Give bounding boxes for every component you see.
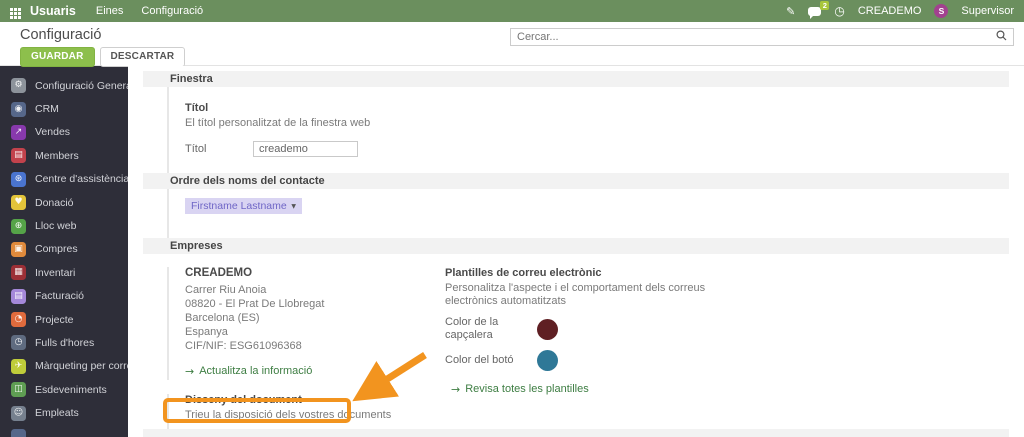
link-arrow-icon: → bbox=[451, 383, 461, 396]
sidebar-item-esdeveniments[interactable]: ◫ Esdeveniments bbox=[0, 378, 128, 401]
sidebar-item-facturacio[interactable]: ▤ Facturació bbox=[0, 285, 128, 308]
sidebar-item-projecte[interactable]: ◔ Projecte bbox=[0, 308, 128, 331]
messages-icon[interactable]: 2 bbox=[808, 0, 830, 19]
sidebar-item-centre-assistencia[interactable]: ⊛ Centre d'assistència bbox=[0, 168, 128, 191]
sidebar-item-marqueting-per-correu[interactable]: ✈ Màrqueting per correu bbox=[0, 355, 128, 378]
sidebar-item-vendes[interactable]: ↗ Vendes bbox=[0, 121, 128, 144]
donation-icon: ♥ bbox=[11, 195, 26, 211]
company-address-line: Barcelona (ES) bbox=[185, 312, 260, 324]
titol-input[interactable] bbox=[253, 141, 358, 157]
setting-block-window-title: Títol El títol personalitzat de la fines… bbox=[167, 87, 1009, 173]
members-card-icon: ▤ bbox=[11, 148, 26, 164]
mail-templates-description: Personalitza l'aspecte i el comportament… bbox=[445, 282, 706, 307]
project-icon: ◔ bbox=[11, 312, 26, 328]
apps-grid-icon[interactable] bbox=[10, 6, 21, 19]
top-navbar: Usuaris Eines Configuració ✎ 2 ◷ CREADEM… bbox=[0, 0, 1024, 22]
update-info-link[interactable]: → Actualitza la informació bbox=[185, 365, 312, 378]
timesheet-clock-icon: ◷ bbox=[11, 335, 26, 351]
company-card: CREADEMO Carrer Riu Anoia 08820 - El Prat… bbox=[167, 267, 431, 380]
name-order-selected-value: Firstname Lastname bbox=[191, 200, 287, 212]
document-layout-description: Trieu la disposició dels vostres documen… bbox=[185, 409, 392, 421]
section-header-contact-order: Ordre dels noms del contacte bbox=[143, 173, 1009, 189]
next-section-header-partial bbox=[143, 429, 1009, 437]
sidebar-item-configuracio-general[interactable]: ⚙ Configuració General bbox=[0, 74, 128, 97]
app-icon bbox=[11, 429, 26, 437]
search-icon[interactable] bbox=[996, 28, 1007, 46]
company-name: CREADEMO bbox=[185, 267, 253, 279]
titol-field-label: Títol bbox=[185, 143, 207, 155]
chevron-down-icon: ▼ bbox=[291, 202, 296, 210]
sidebar-item-members[interactable]: ▤ Members bbox=[0, 144, 128, 167]
company-address-line: 08820 - El Prat De Llobregat bbox=[185, 298, 325, 310]
sidebar-item-empleats[interactable]: ☺ Empleats bbox=[0, 401, 128, 424]
setting-block-contact-order: Firstname Lastname ▼ bbox=[167, 189, 1009, 238]
website-globe-icon: ⊕ bbox=[11, 218, 26, 234]
mail-templates-title: Plantilles de correu electrònic bbox=[445, 267, 602, 279]
sales-chart-icon: ↗ bbox=[11, 124, 26, 140]
edit-pencil-icon[interactable]: ✎ bbox=[786, 5, 795, 18]
menu-configuracio[interactable]: Configuració bbox=[141, 5, 203, 17]
control-panel: Configuració GUARDAR DESCARTAR bbox=[0, 22, 1024, 67]
breadcrumb: Configuració bbox=[20, 27, 102, 43]
header-color-swatch[interactable] bbox=[537, 318, 558, 340]
sidebar-item-compres[interactable]: ▣ Compres bbox=[0, 238, 128, 261]
activity-clock-icon[interactable]: ◷ bbox=[834, 5, 844, 17]
button-color-label: Color del botó bbox=[445, 354, 514, 366]
settings-content: Finestra Títol El títol personalitzat de… bbox=[128, 66, 1024, 437]
save-button[interactable]: GUARDAR bbox=[20, 47, 95, 67]
helpdesk-lifebuoy-icon: ⊛ bbox=[11, 171, 26, 187]
sidebar-item-lloc-web[interactable]: ⊕ Lloc web bbox=[0, 214, 128, 237]
company-address-line: Espanya bbox=[185, 326, 228, 338]
search-input[interactable] bbox=[517, 31, 996, 43]
link-arrow-icon: → bbox=[185, 365, 195, 378]
company-address: Carrer Riu Anoia 08820 - El Prat De Llobr… bbox=[185, 283, 431, 353]
search-bar bbox=[510, 28, 1014, 46]
name-order-select[interactable]: Firstname Lastname ▼ bbox=[185, 198, 302, 214]
user-menu[interactable]: Supervisor bbox=[961, 5, 1014, 17]
inventory-icon: ▦ bbox=[11, 265, 26, 281]
events-calendar-icon: ◫ bbox=[11, 382, 26, 398]
avatar[interactable]: S bbox=[934, 4, 949, 18]
company-switcher[interactable]: CREADEMO bbox=[858, 5, 922, 17]
section-header-empreses: Empreses bbox=[143, 238, 1009, 254]
menu-eines[interactable]: Eines bbox=[96, 5, 124, 17]
sidebar: ⚙ Configuració General ◉ CRM ↗ Vendes ▤ … bbox=[0, 66, 128, 437]
sidebar-item-fulls-dhores[interactable]: ◷ Fulls d'hores bbox=[0, 331, 128, 354]
discard-button[interactable]: DESCARTAR bbox=[99, 47, 186, 67]
app-title[interactable]: Usuaris bbox=[30, 4, 76, 18]
review-templates-link[interactable]: → Revisa totes les plantilles bbox=[451, 383, 589, 396]
chat-badge: 2 bbox=[820, 0, 830, 10]
employees-icon: ☺ bbox=[11, 405, 26, 421]
setting-title: Títol bbox=[185, 102, 209, 114]
sidebar-item-crm[interactable]: ◉ CRM bbox=[0, 97, 128, 120]
purchase-basket-icon: ▣ bbox=[11, 241, 26, 257]
mail-templates-block: Plantilles de correu electrònic Personal… bbox=[445, 267, 1009, 437]
invoicing-icon: ▤ bbox=[11, 288, 26, 304]
header-color-label: Color de la capçalera bbox=[445, 316, 499, 341]
company-address-line: CIF/NIF: ESG61096368 bbox=[185, 340, 302, 352]
setting-description: El títol personalitzat de la finestra we… bbox=[185, 117, 371, 129]
sidebar-item-donacio[interactable]: ♥ Donació bbox=[0, 191, 128, 214]
email-marketing-icon: ✈ bbox=[11, 358, 26, 374]
section-header-finestra: Finestra bbox=[143, 71, 1009, 87]
document-layout-title: Disseny del document bbox=[185, 394, 302, 406]
sidebar-item-partial[interactable] bbox=[0, 425, 128, 437]
sidebar-item-inventari[interactable]: ▦ Inventari bbox=[0, 261, 128, 284]
button-color-swatch[interactable] bbox=[537, 350, 558, 371]
gear-icon: ⚙ bbox=[11, 78, 26, 94]
crm-icon: ◉ bbox=[11, 101, 26, 117]
company-address-line: Carrer Riu Anoia bbox=[185, 284, 267, 296]
